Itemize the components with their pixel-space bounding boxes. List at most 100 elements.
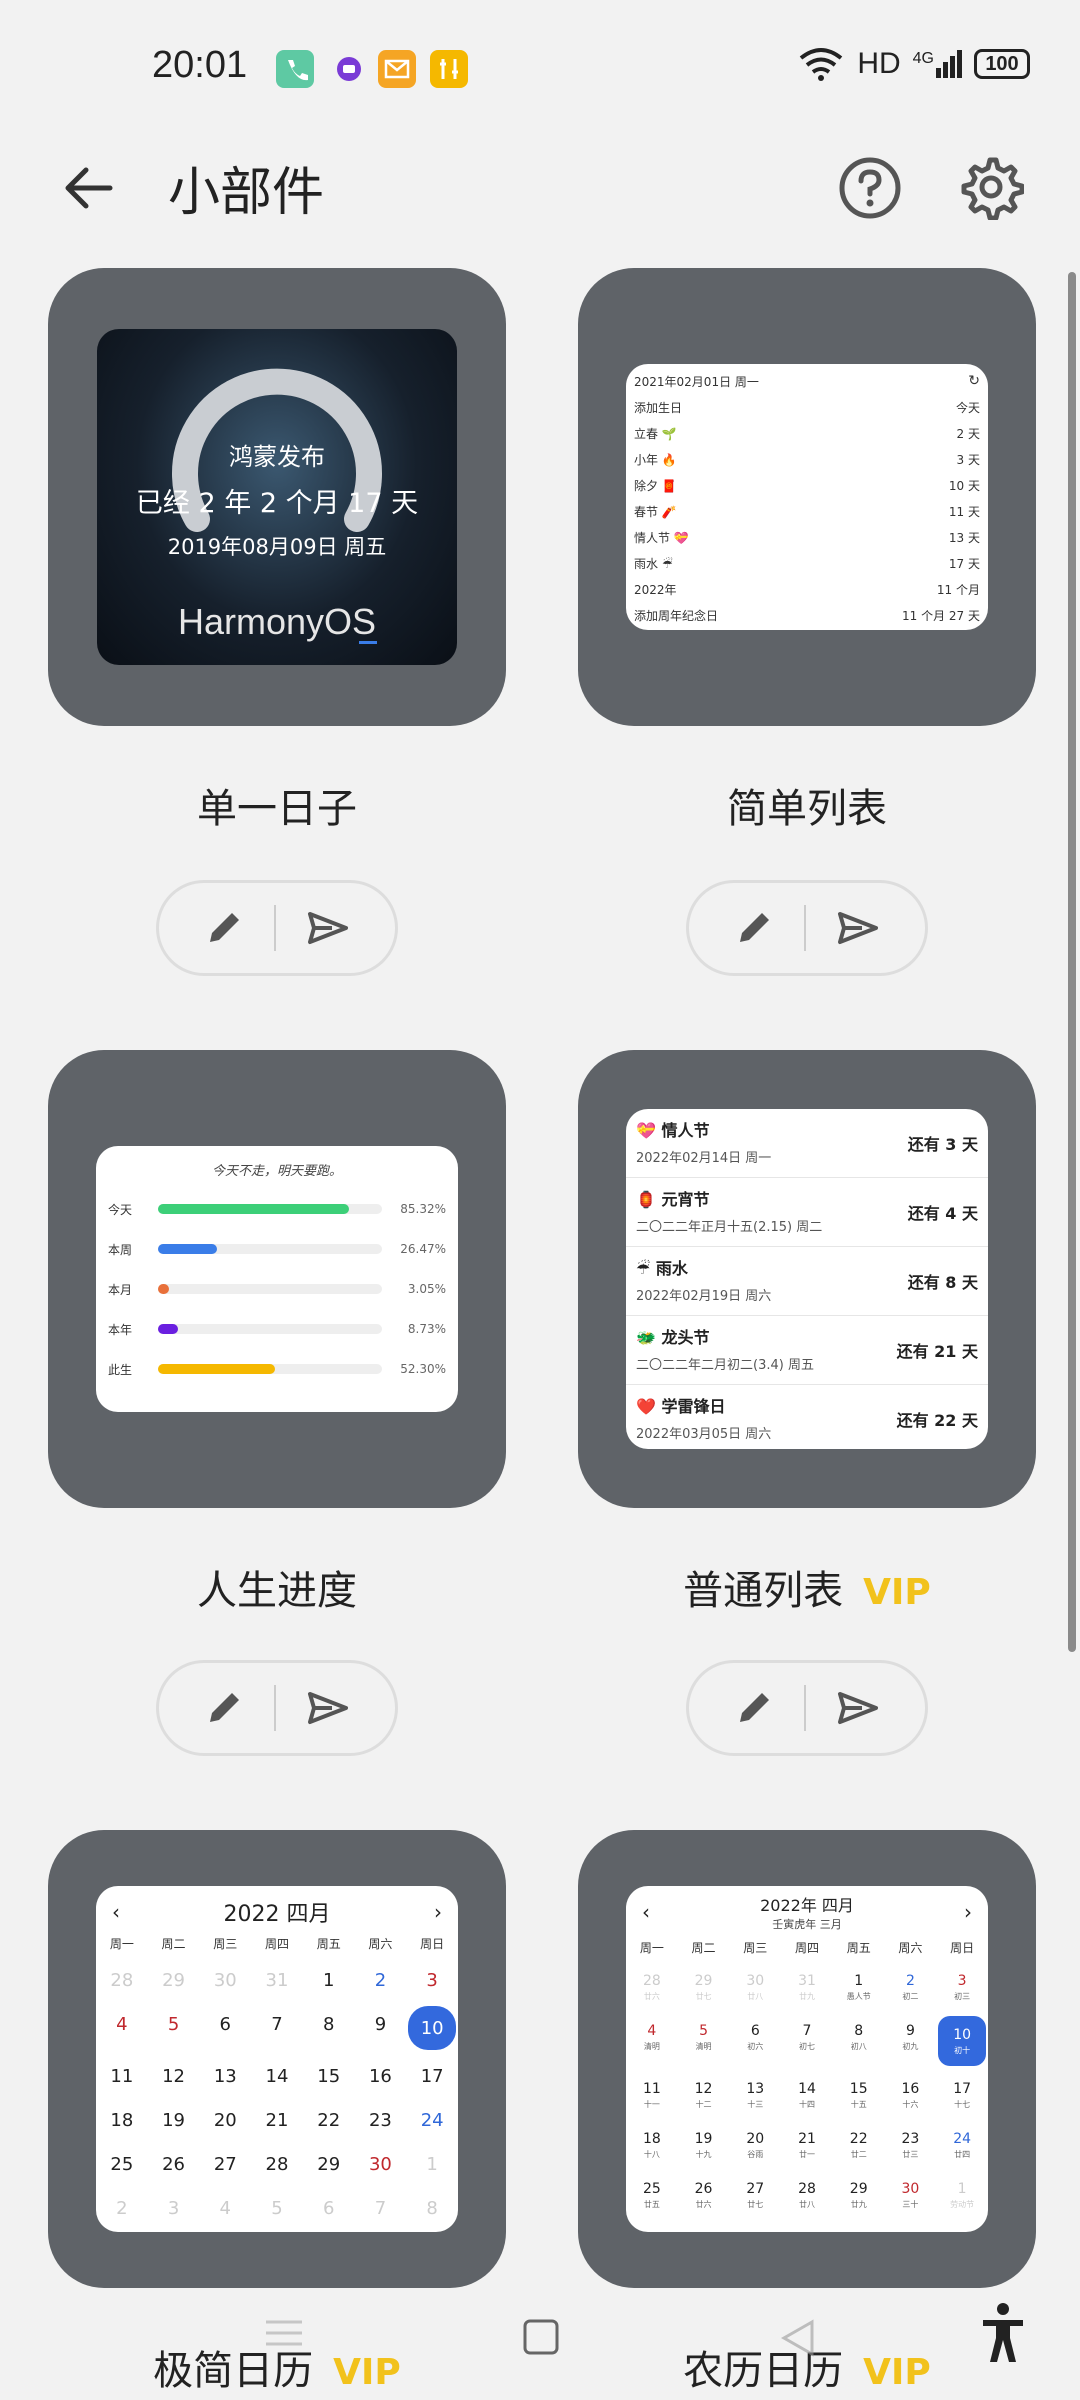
- calendar-day[interactable]: 16 十六: [885, 2070, 937, 2120]
- calendar-day[interactable]: 9 初九: [885, 2012, 937, 2062]
- calendar-day[interactable]: 3初三: [936, 1962, 988, 2012]
- calendar-day[interactable]: 4青年节: [729, 2220, 781, 2233]
- calendar-day[interactable]: 2: [355, 1958, 407, 2002]
- nav-back-icon[interactable]: [780, 2318, 816, 2358]
- calendar-day[interactable]: 1: [406, 2142, 458, 2186]
- calendar-day[interactable]: 19: [148, 2098, 200, 2142]
- nav-home-icon[interactable]: [522, 2318, 560, 2356]
- calendar-day[interactable]: 13: [199, 2054, 251, 2098]
- calendar-day[interactable]: 4: [96, 2002, 148, 2046]
- widget-card-normal-list[interactable]: 💝 情人节 2022年02月14日 周一 还有 3 天 🏮 元宵节 二〇二二年正月十五(…: [578, 1050, 1036, 1508]
- widget-card-lunar-calendar[interactable]: ‹ 2022年 四月 壬寅虎年 三月 › 周一 周二 周三 周四 周五 周六 周日 28 廿六…: [578, 1830, 1036, 2288]
- widget-card-simple-list[interactable]: 2021年02月01日 周一 ↻ 添加生日 今天 立春 🌱 2 天小年 🔥 3 天除夕 🧧…: [578, 268, 1036, 726]
- calendar-day[interactable]: 28: [251, 2142, 303, 2186]
- calendar-day[interactable]: 14 十四: [781, 2070, 833, 2120]
- calendar-day[interactable]: 26 廿六: [678, 2170, 730, 2220]
- calendar-day[interactable]: 15 十五: [833, 2070, 885, 2120]
- calendar-day[interactable]: 9: [355, 2002, 407, 2046]
- calendar-day[interactable]: 22 廿二: [833, 2120, 885, 2170]
- calendar-day[interactable]: 27: [199, 2142, 251, 2186]
- calendar-day[interactable]: 2: [96, 2186, 148, 2230]
- calendar-day[interactable]: 31: [251, 1958, 303, 2002]
- calendar-day[interactable]: 11: [96, 2054, 148, 2098]
- calendar-day[interactable]: 20 谷雨: [729, 2120, 781, 2170]
- calendar-day[interactable]: 8: [303, 2002, 355, 2046]
- calendar-day[interactable]: 3初三: [678, 2220, 730, 2233]
- calendar-day[interactable]: 25: [96, 2142, 148, 2186]
- settings-gear-icon[interactable]: [958, 154, 1024, 220]
- calendar-day[interactable]: 25 廿五: [626, 2170, 678, 2220]
- calendar-day[interactable]: 18 十八: [626, 2120, 678, 2170]
- edit-pencil-icon[interactable]: [734, 908, 774, 948]
- calendar-day[interactable]: 31 廿九: [781, 1962, 833, 2012]
- calendar-day[interactable]: 21: [251, 2098, 303, 2142]
- calendar-day[interactable]: 22: [303, 2098, 355, 2142]
- calendar-day[interactable]: 17: [406, 2054, 458, 2098]
- calendar-day[interactable]: 30 三十: [885, 2170, 937, 2220]
- calendar-day[interactable]: 27 廿七: [729, 2170, 781, 2220]
- calendar-day[interactable]: 12: [148, 2054, 200, 2098]
- calendar-day[interactable]: 11 十一: [626, 2070, 678, 2120]
- calendar-day[interactable]: 10: [408, 2006, 456, 2050]
- calendar-day[interactable]: 5 清明: [678, 2012, 730, 2062]
- calendar-day[interactable]: 20: [199, 2098, 251, 2142]
- calendar-day[interactable]: 24: [406, 2098, 458, 2142]
- calendar-day[interactable]: 7: [355, 2186, 407, 2230]
- calendar-day[interactable]: 5立夏: [781, 2220, 833, 2233]
- calendar-day[interactable]: 6: [199, 2002, 251, 2046]
- edit-pencil-icon[interactable]: [204, 908, 244, 948]
- calendar-day[interactable]: 21 廿一: [781, 2120, 833, 2170]
- calendar-day[interactable]: 30: [199, 1958, 251, 2002]
- accessibility-icon[interactable]: [980, 2302, 1026, 2366]
- calendar-day[interactable]: 17 十七: [936, 2070, 988, 2120]
- calendar-day[interactable]: 8母亲节: [936, 2220, 988, 2233]
- calendar-day[interactable]: 6初六: [729, 2012, 781, 2062]
- calendar-day[interactable]: 3: [406, 1958, 458, 2002]
- next-month-icon[interactable]: ›: [434, 1900, 442, 1924]
- calendar-day[interactable]: 14: [251, 2054, 303, 2098]
- calendar-day[interactable]: 5: [148, 2002, 200, 2046]
- calendar-day[interactable]: 29 廿七: [678, 1962, 730, 2012]
- calendar-day[interactable]: 23: [355, 2098, 407, 2142]
- calendar-day[interactable]: 23 廿三: [885, 2120, 937, 2170]
- calendar-day[interactable]: 30: [355, 2142, 407, 2186]
- calendar-day[interactable]: 5: [251, 2186, 303, 2230]
- calendar-day[interactable]: 12 十二: [678, 2070, 730, 2120]
- calendar-day[interactable]: 15: [303, 2054, 355, 2098]
- calendar-day[interactable]: 1 愚人节: [833, 1962, 885, 2012]
- calendar-day[interactable]: 16: [355, 2054, 407, 2098]
- prev-month-icon[interactable]: ‹: [642, 1900, 650, 1924]
- calendar-day[interactable]: 24 廿四: [936, 2120, 988, 2170]
- send-icon[interactable]: [836, 908, 880, 948]
- send-icon[interactable]: [836, 1688, 880, 1728]
- refresh-icon[interactable]: ↻: [968, 373, 980, 389]
- widget-card-single-day[interactable]: 鸿蒙发布 已经 2 年 2 个月 17 天 2019年08月09日 周五 Har…: [48, 268, 506, 726]
- calendar-day[interactable]: 8 初八: [833, 2012, 885, 2062]
- calendar-day[interactable]: 29: [303, 2142, 355, 2186]
- send-icon[interactable]: [306, 908, 350, 948]
- calendar-day[interactable]: 30 廿八: [729, 1962, 781, 2012]
- calendar-day[interactable]: 1: [303, 1958, 355, 2002]
- nav-menu-icon[interactable]: [262, 2318, 306, 2348]
- calendar-day[interactable]: 28 廿八: [781, 2170, 833, 2220]
- send-icon[interactable]: [306, 1688, 350, 1728]
- calendar-day[interactable]: 18: [96, 2098, 148, 2142]
- edit-pencil-icon[interactable]: [734, 1688, 774, 1728]
- calendar-day[interactable]: 8: [406, 2186, 458, 2230]
- calendar-day[interactable]: 13 十三: [729, 2070, 781, 2120]
- widget-card-mini-calendar[interactable]: ‹ 2022 四月 › 周一 周二 周三 周四 周五 周六 周日 28 29 30 31 1 2 3 4 5…: [48, 1830, 506, 2288]
- back-arrow-icon[interactable]: [60, 160, 116, 216]
- scrollbar[interactable]: [1068, 272, 1076, 1652]
- prev-month-icon[interactable]: ‹: [112, 1900, 120, 1924]
- calendar-day[interactable]: 29: [148, 1958, 200, 2002]
- calendar-day[interactable]: 2初二: [626, 2220, 678, 2233]
- calendar-day[interactable]: 28 廿六: [626, 1962, 678, 2012]
- calendar-day[interactable]: 3: [148, 2186, 200, 2230]
- calendar-day[interactable]: 19 十九: [678, 2120, 730, 2170]
- edit-pencil-icon[interactable]: [204, 1688, 244, 1728]
- calendar-day[interactable]: 4 清明: [626, 2012, 678, 2062]
- calendar-day[interactable]: 6初六: [833, 2220, 885, 2233]
- widget-card-life-progress[interactable]: 今天不走，明天要跑。 今天 85.32% 本周 26.47% 本月 3.05% 本年 8.73…: [48, 1050, 506, 1508]
- calendar-day[interactable]: 7 初七: [781, 2012, 833, 2062]
- calendar-day[interactable]: 2初二: [885, 1962, 937, 2012]
